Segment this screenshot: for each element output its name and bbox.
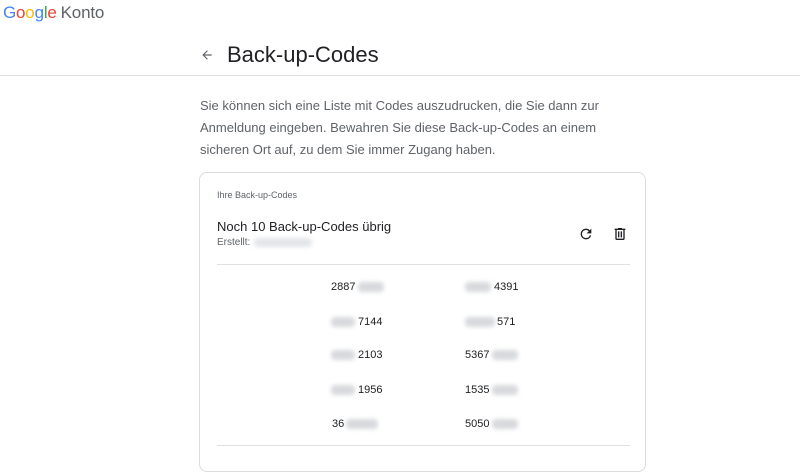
backup-code-2: 4391 bbox=[465, 281, 518, 293]
card-label: Ihre Back-up-Codes bbox=[217, 190, 298, 200]
created-line: Erstellt: bbox=[217, 237, 313, 248]
backup-code-6: 5367 bbox=[465, 349, 519, 361]
top-bar: Google Konto bbox=[0, 0, 800, 30]
backup-code-8: 1535 bbox=[465, 384, 519, 396]
logo-letter-o1: o bbox=[16, 3, 26, 22]
logo-letter-g: G bbox=[3, 3, 17, 22]
created-label: Erstellt: bbox=[217, 237, 251, 248]
logo-letter-g2: g bbox=[34, 3, 44, 22]
card-divider-top bbox=[217, 264, 630, 265]
trash-icon bbox=[614, 228, 626, 240]
refresh-codes-button[interactable] bbox=[574, 222, 598, 246]
backup-code-10: 5050 bbox=[465, 418, 519, 430]
logo-letter-o2: o bbox=[25, 3, 35, 22]
backup-code-5: 2103 bbox=[331, 349, 382, 361]
backup-code-4: 571 bbox=[465, 316, 515, 328]
backup-code-7: 1956 bbox=[331, 384, 382, 396]
logo-letter-e: e bbox=[47, 3, 57, 22]
product-name: Konto bbox=[60, 3, 105, 22]
backup-code-9: 36 bbox=[332, 418, 379, 430]
delete-codes-button[interactable] bbox=[608, 222, 632, 246]
page-title: Back-up-Codes bbox=[227, 42, 379, 67]
card-divider-bottom bbox=[217, 445, 630, 446]
page-description: Sie können sich eine Liste mit Codes aus… bbox=[200, 98, 599, 157]
backup-code-3: 7144 bbox=[331, 316, 382, 328]
remaining-codes-count: Noch 10 Back-up-Codes übrig bbox=[217, 219, 392, 234]
google-konto-logo[interactable]: Google Konto bbox=[3, 3, 104, 23]
back-button[interactable] bbox=[196, 44, 218, 66]
backup-code-1: 2887 bbox=[331, 281, 385, 293]
page-header bbox=[0, 30, 800, 76]
arrow-left-icon bbox=[202, 50, 212, 60]
refresh-icon bbox=[580, 228, 592, 240]
created-date-redacted bbox=[254, 238, 313, 247]
backup-codes-card: Ihre Back-up-Codes Noch 10 Back-up-Codes… bbox=[199, 172, 646, 472]
